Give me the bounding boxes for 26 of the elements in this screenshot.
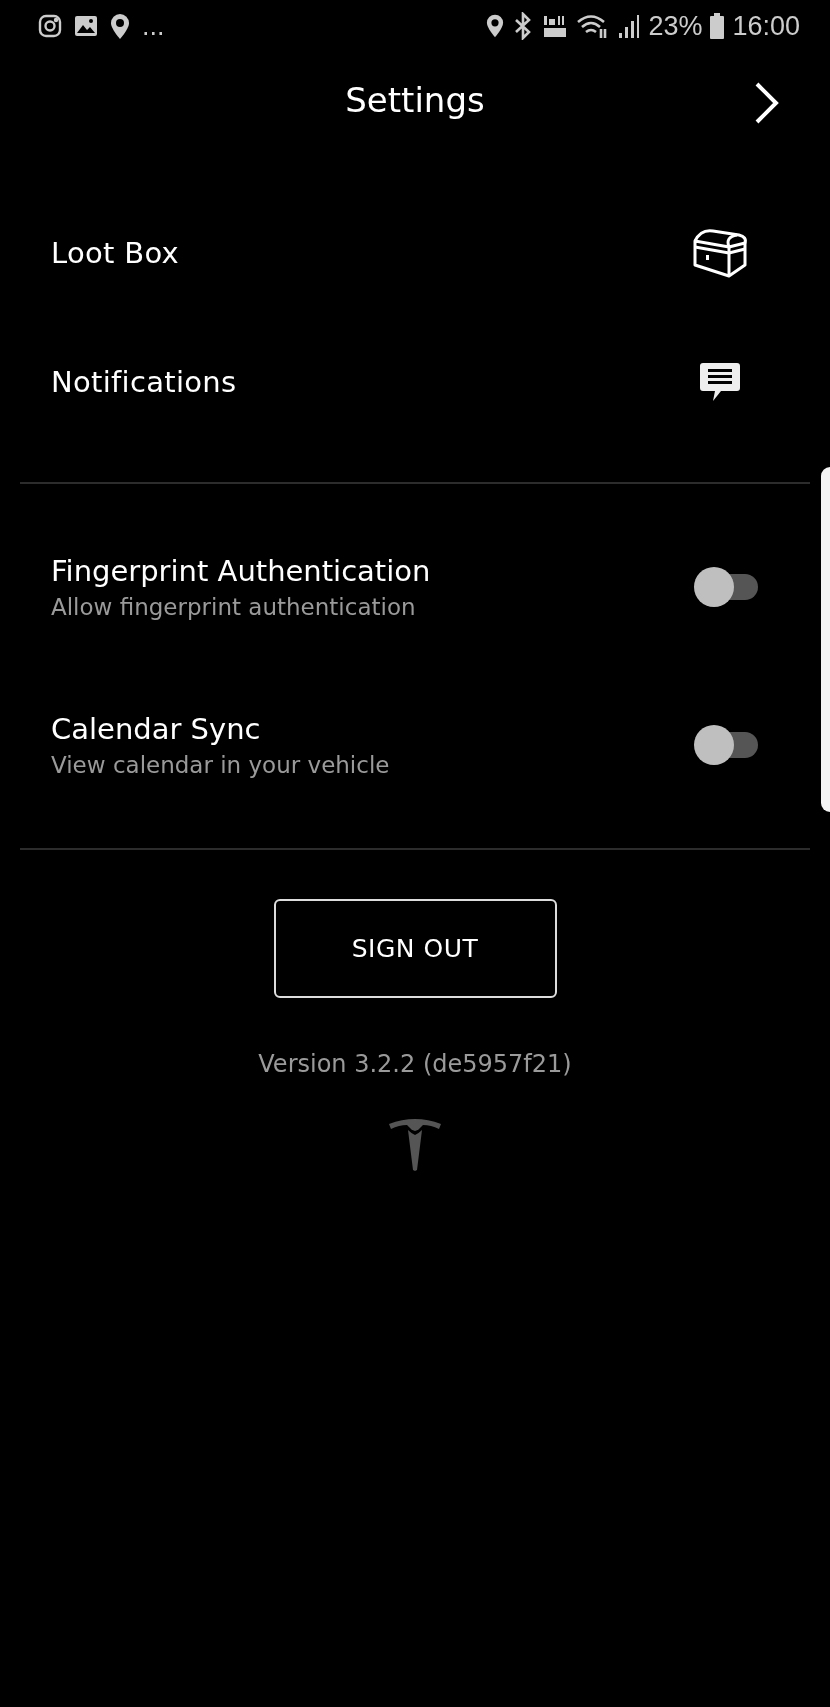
chevron-right-icon[interactable] xyxy=(754,81,780,125)
volte-icon xyxy=(542,13,569,39)
edge-panel-handle[interactable] xyxy=(821,467,830,812)
battery-percentage: 23% xyxy=(648,10,703,42)
setting-description: Allow fingerprint authentication xyxy=(51,594,417,620)
settings-item[interactable]: Loot Box xyxy=(51,235,180,270)
setting-title: Fingerprint Authentication xyxy=(51,554,432,588)
camera-icon xyxy=(38,14,62,38)
version-text: Version 3.2.2 (de5957f21) xyxy=(258,1050,572,1078)
battery-icon xyxy=(710,13,725,39)
signal-icon xyxy=(618,13,641,39)
logo-icon xyxy=(387,1118,443,1172)
settings-item[interactable]: Notifications xyxy=(51,364,237,399)
sign-out-button[interactable]: SIGN OUT xyxy=(273,899,557,998)
message-icon xyxy=(699,360,741,403)
setting-description: View calendar in your vehicle xyxy=(51,752,391,778)
toggle-switch[interactable] xyxy=(694,725,758,765)
page-title: Settings xyxy=(345,80,485,120)
setting-title: Calendar Sync xyxy=(51,712,262,746)
image-icon xyxy=(74,15,98,37)
chest-icon xyxy=(691,226,749,279)
clock-time: 16:00 xyxy=(732,10,800,42)
more-notifications: ... xyxy=(142,10,165,42)
location-pin-icon xyxy=(110,12,130,40)
location-pin-icon xyxy=(486,13,505,39)
toggle-switch[interactable] xyxy=(694,567,758,607)
